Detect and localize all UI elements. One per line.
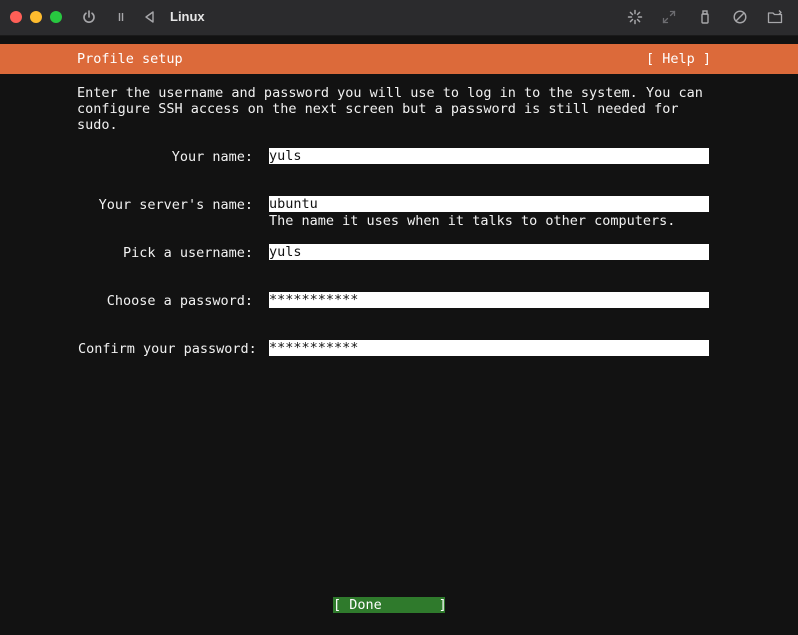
window-titlebar: Linux	[0, 0, 798, 36]
disc-icon[interactable]	[731, 8, 749, 26]
server-name-label: Your server's name:	[98, 197, 253, 213]
help-button[interactable]: [ Help ]	[646, 51, 711, 67]
server-name-hint: The name it uses when it talks to other …	[269, 213, 676, 229]
username-label: Pick a username:	[122, 245, 253, 261]
header-bar: Profile setup [ Help ]	[0, 44, 798, 74]
password-label: Choose a password:	[106, 293, 253, 309]
pause-icon[interactable]	[112, 8, 130, 26]
resize-icon[interactable]	[660, 8, 678, 26]
maximize-window-button[interactable]	[50, 11, 62, 23]
confirm-password-input[interactable]: ***********	[269, 340, 709, 356]
power-icon[interactable]	[80, 8, 98, 26]
page-title: Profile setup	[77, 51, 183, 67]
username-input[interactable]: yuls	[269, 244, 709, 260]
confirm-password-label: Confirm your password:	[78, 341, 257, 357]
terminal-screen: Profile setup [ Help ] Enter the usernam…	[0, 36, 798, 635]
your-name-input[interactable]: yuls	[269, 148, 709, 164]
intro-text: Enter the username and password you will…	[77, 85, 711, 133]
password-input[interactable]: ***********	[269, 292, 709, 308]
spinner-icon[interactable]	[626, 8, 644, 26]
window-title: Linux	[170, 9, 205, 24]
close-window-button[interactable]	[10, 11, 22, 23]
usb-icon[interactable]	[696, 8, 714, 26]
back-icon[interactable]	[141, 8, 159, 26]
server-name-input[interactable]: ubuntu	[269, 196, 709, 212]
done-button[interactable]: [ Done ]	[333, 597, 447, 613]
folder-share-icon[interactable]	[766, 8, 784, 26]
your-name-label: Your name:	[171, 149, 253, 165]
minimize-window-button[interactable]	[30, 11, 42, 23]
